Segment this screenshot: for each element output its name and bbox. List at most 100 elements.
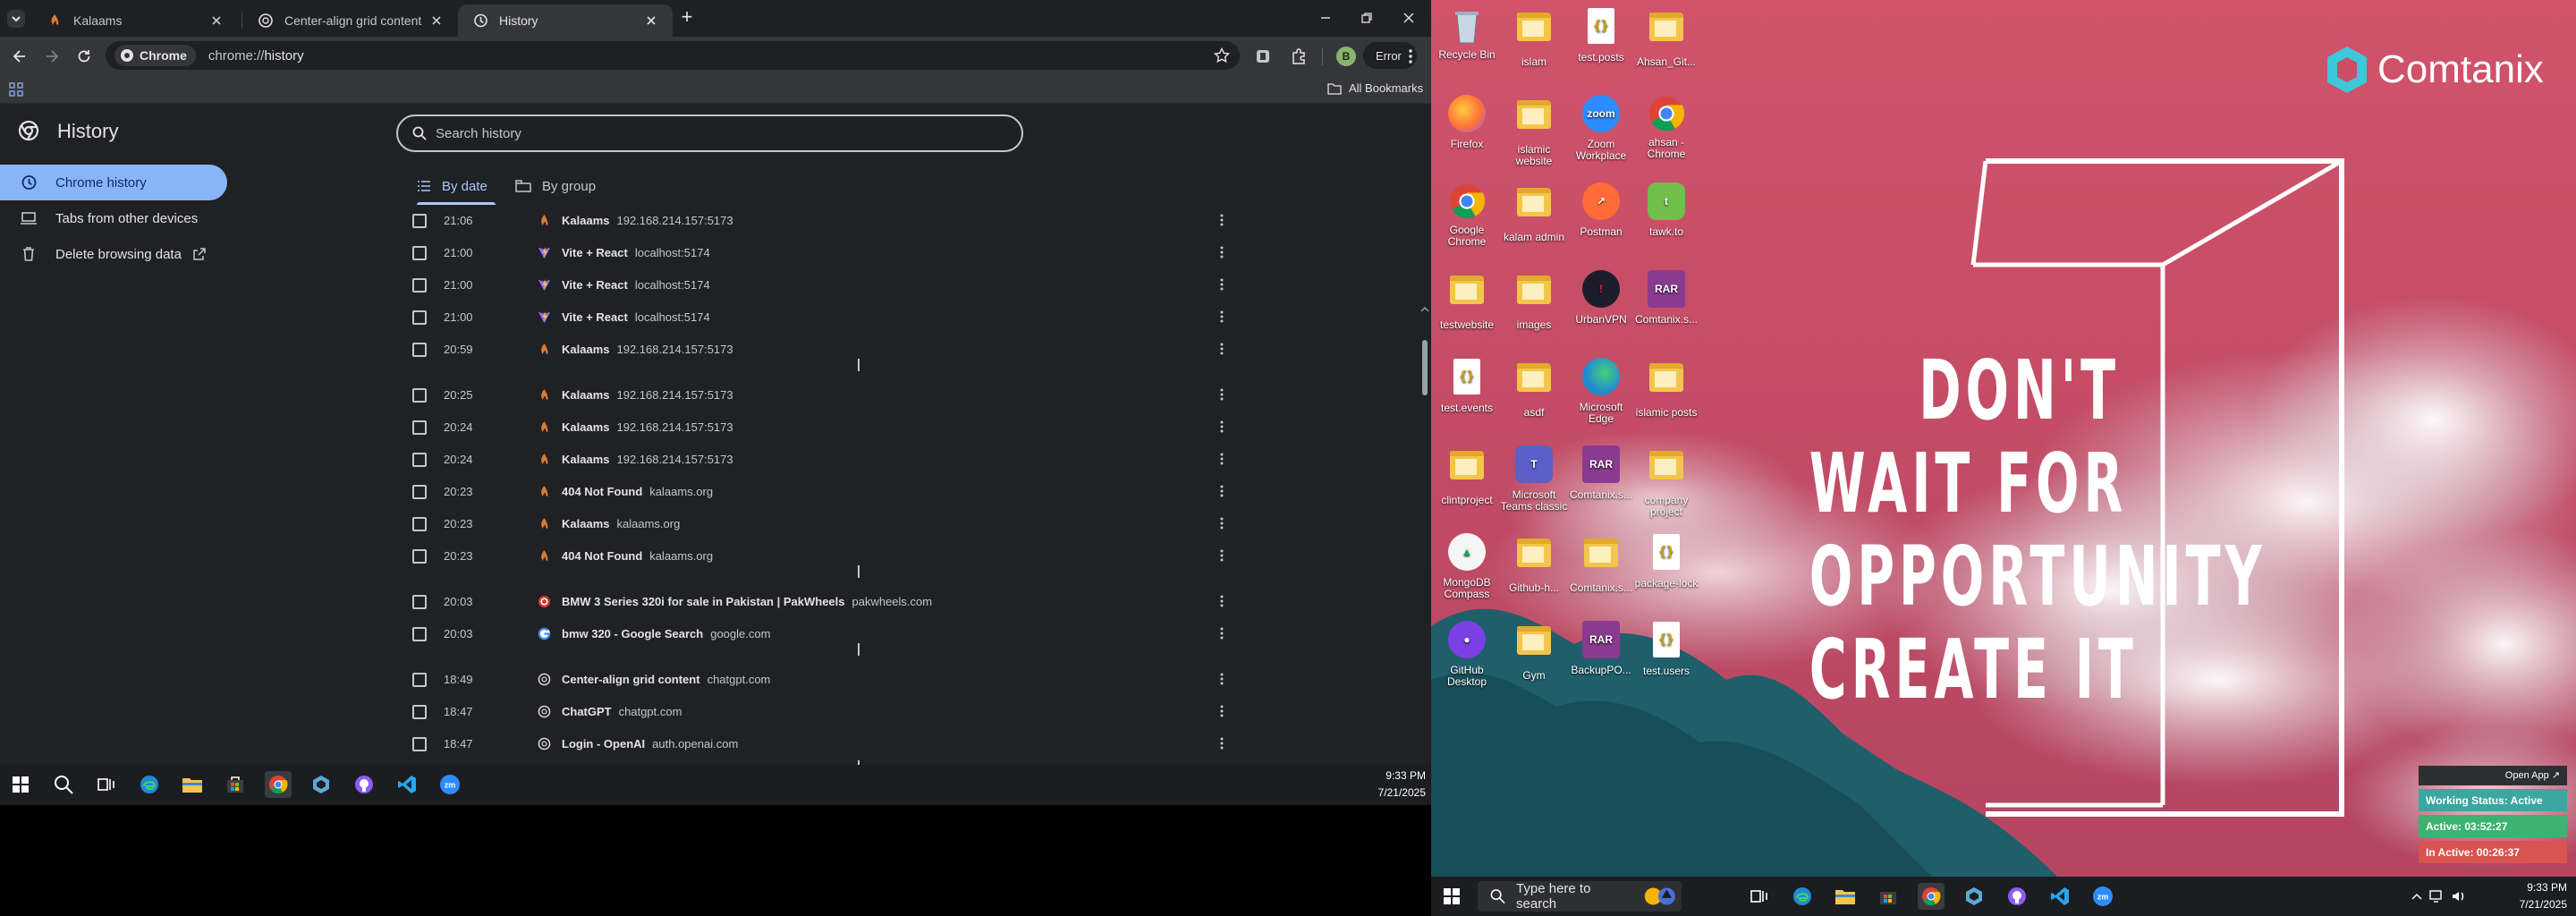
desktop-icon[interactable]: ▲ MongoDB Compass <box>1433 531 1501 600</box>
desktop-icon[interactable]: Firefox <box>1433 93 1501 150</box>
history-row[interactable]: 18:47 ChatGPT chatgpt.com <box>394 695 1253 727</box>
desktop-icon[interactable]: company project <box>1632 444 1700 518</box>
new-tab-button[interactable]: + <box>676 7 698 29</box>
url-text[interactable]: chrome://history <box>208 48 304 64</box>
desktop-icon[interactable]: islamic website <box>1500 93 1568 167</box>
desktop-icon[interactable]: ● GitHub Desktop <box>1433 619 1501 688</box>
taskbar-store[interactable] <box>222 771 249 798</box>
history-row-checkbox[interactable] <box>412 453 427 467</box>
desktop-icon[interactable]: RAR Comtanix.s... <box>1567 444 1635 501</box>
taskbar-vscode[interactable] <box>394 771 420 798</box>
history-row-link[interactable]: Kalaams 192.168.214.157:5173 <box>562 214 733 227</box>
desktop-icon[interactable]: Gym <box>1500 619 1568 682</box>
history-row[interactable]: 20:24 Kalaams 192.168.214.157:5173 <box>394 411 1253 443</box>
extensions-puzzle-icon[interactable] <box>1290 47 1308 65</box>
more-actions-icon[interactable] <box>1219 594 1224 608</box>
desktop-icon[interactable]: Ahsan_Git... <box>1632 5 1700 68</box>
history-row-link[interactable]: Vite + React localhost:5174 <box>562 246 710 259</box>
desktop-icon[interactable]: ↗ Postman <box>1567 181 1635 238</box>
history-row-checkbox[interactable] <box>412 549 427 564</box>
more-actions-icon[interactable] <box>1219 484 1224 498</box>
history-row[interactable]: 20:23 404 Not Found kalaams.org <box>394 539 1253 572</box>
more-actions-icon[interactable] <box>1219 277 1224 292</box>
history-row-checkbox[interactable] <box>412 343 427 357</box>
history-row-link[interactable]: 404 Not Found kalaams.org <box>562 549 713 563</box>
desktop-icon[interactable]: testwebsite <box>1433 268 1501 331</box>
history-row-checkbox[interactable] <box>412 278 427 293</box>
taskbar-zoom-right[interactable]: zm <box>2089 883 2116 910</box>
chrome-chip[interactable]: Chrome <box>114 45 196 66</box>
tab-by-date[interactable]: By date <box>417 168 487 204</box>
restore-icon[interactable] <box>1358 9 1376 27</box>
sidebar-item-other-devices[interactable]: Tabs from other devices <box>0 200 227 236</box>
history-row[interactable]: 21:00 Vite + React localhost:5174 <box>394 236 1253 268</box>
history-row-link[interactable]: Vite + React localhost:5174 <box>562 310 710 324</box>
windows-search-box[interactable]: Type here to search <box>1478 881 1682 912</box>
minimize-icon[interactable] <box>1317 9 1335 27</box>
more-actions-icon[interactable] <box>1219 387 1224 402</box>
history-row-checkbox[interactable] <box>412 246 427 260</box>
desktop-icon[interactable]: Comtanix.s... <box>1567 531 1635 594</box>
desktop-icon[interactable]: {} package-lock <box>1632 531 1700 589</box>
history-row-link[interactable]: Kalaams 192.168.214.157:5173 <box>562 420 733 434</box>
history-row-checkbox[interactable] <box>412 673 427 687</box>
taskbar-app-right[interactable] <box>1961 883 1987 910</box>
desktop-icon[interactable]: {} test.users <box>1632 619 1700 677</box>
desktop-icon[interactable]: kalam admin <box>1500 181 1568 243</box>
more-actions-icon[interactable] <box>1219 704 1224 718</box>
history-row-link[interactable]: 404 Not Found kalaams.org <box>562 485 713 498</box>
history-row-checkbox[interactable] <box>412 388 427 403</box>
tab-search-button[interactable] <box>7 10 25 28</box>
desktop-icon[interactable]: {} test.events <box>1433 356 1501 414</box>
tab-center-align[interactable]: Center-align grid content <box>243 4 458 37</box>
history-row[interactable]: 21:00 Vite + React localhost:5174 <box>394 268 1253 301</box>
taskbar-edge[interactable] <box>136 771 163 798</box>
desktop-icon[interactable]: images <box>1500 268 1568 331</box>
taskbar-github-desktop-right[interactable] <box>2004 883 2030 910</box>
history-row-link[interactable]: Kalaams kalaams.org <box>562 517 680 530</box>
more-actions-icon[interactable] <box>1219 736 1224 751</box>
tray-chevron-up-icon[interactable] <box>2410 889 2424 903</box>
address-bar[interactable]: Chrome chrome://history <box>106 41 1240 70</box>
taskbar-edge-right[interactable] <box>1789 883 1816 910</box>
search-history-box[interactable] <box>396 114 1023 152</box>
history-row[interactable]: 21:00 Vite + React localhost:5174 <box>394 301 1253 333</box>
history-row-checkbox[interactable] <box>412 595 427 609</box>
more-actions-icon[interactable] <box>1219 245 1224 259</box>
desktop-icon[interactable]: Recycle Bin <box>1433 5 1501 61</box>
desktop-icon[interactable]: RAR BackupPO... <box>1567 619 1635 676</box>
more-actions-icon[interactable] <box>1219 342 1224 356</box>
history-row-checkbox[interactable] <box>412 627 427 641</box>
history-row-link[interactable]: Login - OpenAI auth.openai.com <box>562 737 738 751</box>
history-row-link[interactable]: Kalaams 192.168.214.157:5173 <box>562 388 733 402</box>
desktop-icon[interactable]: zoom Zoom Workplace <box>1567 93 1635 162</box>
desktop-icon[interactable]: islam <box>1500 5 1568 68</box>
scrollbar[interactable] <box>1419 208 1431 805</box>
history-row[interactable]: 20:25 Kalaams 192.168.214.157:5173 <box>394 378 1253 411</box>
history-row-link[interactable]: ChatGPT chatgpt.com <box>562 705 682 718</box>
open-app-button[interactable]: Open App ↗ <box>2419 766 2567 785</box>
history-row[interactable]: 18:49 Center-align grid content chatgpt.co… <box>394 663 1253 695</box>
tab-kalaams[interactable]: Kalaams <box>32 4 238 37</box>
scroll-up-icon[interactable] <box>1420 306 1429 313</box>
desktop-icon[interactable]: ahsan - Chrome <box>1632 93 1700 160</box>
history-row-link[interactable]: Vite + React localhost:5174 <box>562 278 710 292</box>
history-row[interactable]: 20:23 Kalaams kalaams.org <box>394 507 1253 539</box>
desktop-icon[interactable]: {} test.posts <box>1567 5 1635 64</box>
start-button-right[interactable] <box>1438 883 1465 910</box>
more-actions-icon[interactable] <box>1219 420 1224 434</box>
start-button[interactable] <box>7 771 34 798</box>
kebab-menu-icon[interactable] <box>1404 47 1417 65</box>
history-row[interactable]: 20:23 404 Not Found kalaams.org <box>394 475 1253 507</box>
desktop-icon[interactable]: asdf <box>1500 356 1568 419</box>
taskbar-clock-right[interactable]: 9:33 PM 7/21/2025 <box>2469 879 2567 913</box>
close-icon[interactable] <box>208 12 225 30</box>
taskbar-store-right[interactable] <box>1875 883 1902 910</box>
history-row-checkbox[interactable] <box>412 517 427 531</box>
close-icon[interactable] <box>642 12 660 30</box>
bookmark-star-icon[interactable] <box>1213 47 1231 64</box>
history-row[interactable]: 20:03 BMW 3 Series 320i for sale in Pakis… <box>394 585 1253 617</box>
sidebar-item-delete-browsing-data[interactable]: Delete browsing data <box>0 236 227 272</box>
taskbar-file-explorer-right[interactable] <box>1832 883 1859 910</box>
history-row[interactable]: 20:24 Kalaams 192.168.214.157:5173 <box>394 443 1253 475</box>
